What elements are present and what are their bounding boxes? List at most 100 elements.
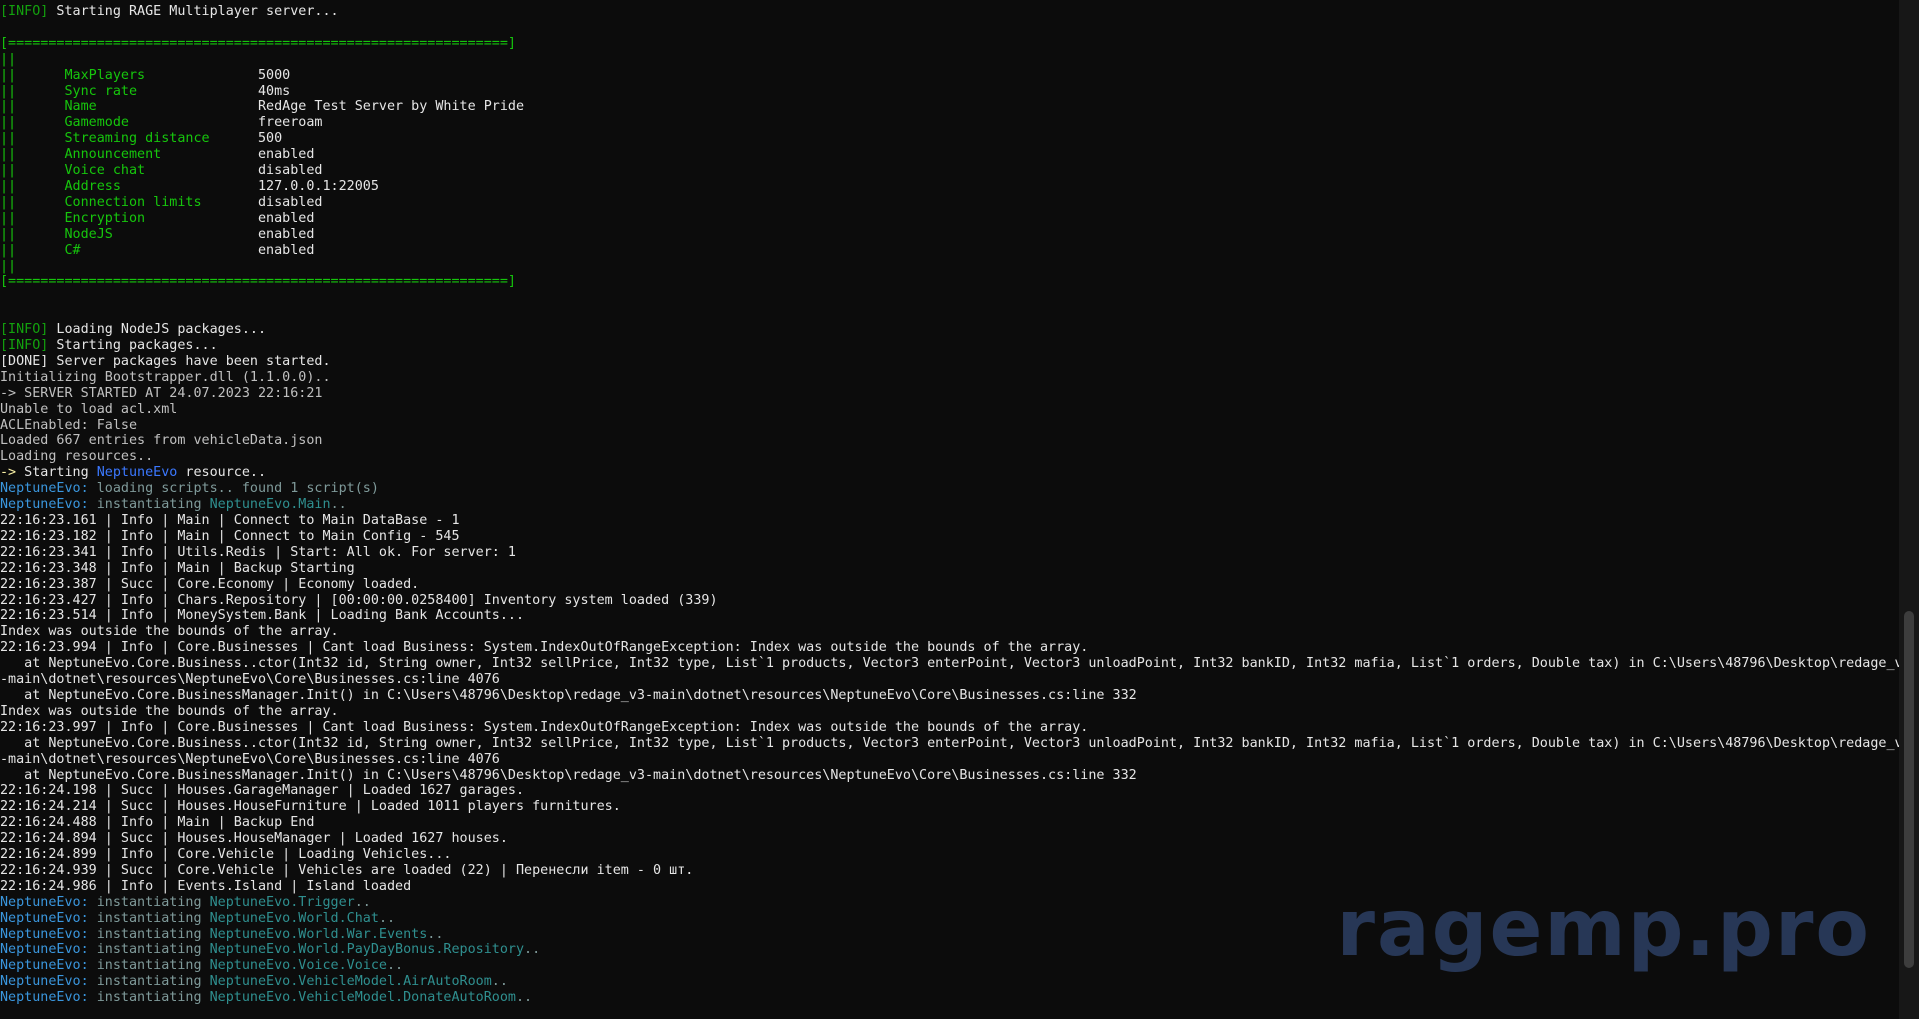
console-text-segment: Unable to load acl.xml xyxy=(0,401,178,417)
console-text-segment: [INFO] xyxy=(0,338,49,354)
console-text-segment: 22:16:23.341 | Info | Utils.Redis | Star… xyxy=(0,544,516,560)
vertical-scrollbar[interactable] xyxy=(1899,0,1919,1019)
console-text-segment: 500 xyxy=(257,131,283,147)
console-line: Initializing Bootstrapper.dll (1.1.0.0).… xyxy=(0,370,1897,386)
console-line: NeptuneEvo: instantiating NeptuneEvo.Wor… xyxy=(0,942,1897,958)
console-line: 22:16:24.939 | Succ | Core.Vehicle | Veh… xyxy=(0,863,1897,879)
console-text-segment: 22:16:24.894 | Succ | Houses.HouseManage… xyxy=(0,831,508,847)
console-line: || Address 127.0.0.1:22005 xyxy=(0,179,1897,195)
console-line: ACLEnabled: False xyxy=(0,418,1897,434)
console-text-segment: || xyxy=(0,99,17,115)
console-text-segment: 22:16:23.514 | Info | MoneySystem.Bank |… xyxy=(0,608,525,624)
console-text-segment: MaxPlayers xyxy=(16,67,258,83)
console-line: Index was outside the bounds of the arra… xyxy=(0,624,1897,640)
console-text-segment: RedAge Test Server by White Pride xyxy=(257,99,525,115)
console-line: 22:16:23.387 | Succ | Core.Economy | Eco… xyxy=(0,577,1897,593)
console-text-segment: at NeptuneEvo.Core.BusinessManager.Init(… xyxy=(0,767,1137,783)
console-line: 22:16:23.341 | Info | Utils.Redis | Star… xyxy=(0,545,1897,561)
console-text-segment: NeptuneEvo.VehicleModel.DonateAutoRoom xyxy=(209,990,516,1006)
console-line: [=======================================… xyxy=(0,274,1897,290)
console-text-segment: Starting xyxy=(16,465,97,481)
scrollbar-thumb[interactable] xyxy=(1904,611,1914,969)
console-line: 22:16:23.161 | Info | Main | Connect to … xyxy=(0,513,1897,529)
console-line: [INFO] Starting RAGE Multiplayer server.… xyxy=(0,4,1897,20)
console-line: Loaded 667 entries from vehicleData.json xyxy=(0,433,1897,449)
console-text-segment: 22:16:24.939 | Succ | Core.Vehicle | Veh… xyxy=(0,862,694,878)
console-text-segment: instantiating xyxy=(88,958,210,974)
console-window[interactable]: [INFO] Starting RAGE Multiplayer server.… xyxy=(0,0,1919,1019)
console-line: -> Starting NeptuneEvo resource.. xyxy=(0,465,1897,481)
console-text-segment: || xyxy=(0,115,17,131)
console-text-segment: Index was outside the bounds of the arra… xyxy=(0,703,339,719)
console-text-segment: .. xyxy=(378,910,396,926)
console-text-segment: 22:16:23.427 | Info | Chars.Repository |… xyxy=(0,592,718,608)
console-text-segment: NeptuneEvo: xyxy=(0,910,89,926)
console-text-segment: [DONE] xyxy=(0,353,49,369)
console-text-segment: Starting RAGE Multiplayer server... xyxy=(48,4,339,19)
console-text-segment: Sync rate xyxy=(16,83,258,99)
console-line: || Sync rate 40ms xyxy=(0,84,1897,100)
console-text-segment: enabled xyxy=(257,147,315,163)
console-text-segment: NeptuneEvo.World.Chat xyxy=(209,910,379,926)
console-text-segment: [INFO] xyxy=(0,322,49,338)
console-line: [=======================================… xyxy=(0,36,1897,52)
console-text-segment: NeptuneEvo.World.War.Events xyxy=(209,926,428,942)
console-line: NeptuneEvo: instantiating NeptuneEvo.Veh… xyxy=(0,990,1897,1006)
console-text-segment: instantiating xyxy=(88,497,210,513)
console-line: [INFO] Loading NodeJS packages... xyxy=(0,322,1897,338)
console-text-segment: NeptuneEvo: xyxy=(0,974,89,990)
console-line: || Connection limits disabled xyxy=(0,195,1897,211)
console-text-segment: 22:16:23.994 | Info | Core.Businesses | … xyxy=(0,640,1089,656)
console-text-segment: at NeptuneEvo.Core.Business..ctor(Int32 … xyxy=(0,656,1911,672)
console-line: at NeptuneEvo.Core.BusinessManager.Init(… xyxy=(0,688,1897,704)
console-text-segment: Voice chat xyxy=(16,163,258,179)
console-text-segment: 22:16:24.198 | Succ | Houses.GarageManag… xyxy=(0,783,525,799)
console-line: -> SERVER STARTED AT 24.07.2023 22:16:21 xyxy=(0,386,1897,402)
console-text-segment: .. xyxy=(524,942,541,958)
console-text-segment: Server packages have been started. xyxy=(48,353,331,369)
console-line: at NeptuneEvo.Core.Business..ctor(Int32 … xyxy=(0,656,1911,672)
console-text-segment: .. xyxy=(427,926,444,942)
console-line: || xyxy=(0,52,1897,68)
console-text-segment: || xyxy=(0,194,17,210)
console-text-segment: -main\dotnet\resources\NeptuneEvo\Core\B… xyxy=(0,751,500,767)
console-text-segment: instantiating xyxy=(88,990,210,1006)
console-text-segment: instantiating xyxy=(88,974,210,990)
console-text-segment: || xyxy=(0,67,17,83)
console-line: || Voice chat disabled xyxy=(0,163,1897,179)
console-text-segment: Loading NodeJS packages... xyxy=(48,322,267,338)
console-line: Loading resources.. xyxy=(0,449,1897,465)
console-line: || C# enabled xyxy=(0,243,1897,259)
console-text-segment: [=======================================… xyxy=(0,274,516,290)
console-text-segment: 22:16:23.387 | Succ | Core.Economy | Eco… xyxy=(0,576,420,592)
console-line: [DONE] Server packages have been started… xyxy=(0,354,1897,370)
console-text-segment: 22:16:24.214 | Succ | Houses.HouseFurnit… xyxy=(0,799,621,815)
console-text-segment: Connection limits xyxy=(16,194,258,210)
console-line: 22:16:23.348 | Info | Main | Backup Star… xyxy=(0,561,1897,577)
console-line: || NodeJS enabled xyxy=(0,227,1897,243)
console-text-segment: Loaded 667 entries from vehicleData.json xyxy=(0,433,323,449)
console-line: 22:16:23.994 | Info | Core.Businesses | … xyxy=(0,640,1897,656)
console-line: at NeptuneEvo.Core.Business..ctor(Int32 … xyxy=(0,736,1911,752)
console-text-segment: Starting packages... xyxy=(48,338,218,354)
console-line: 22:16:23.514 | Info | MoneySystem.Bank |… xyxy=(0,608,1897,624)
console-line: 22:16:24.214 | Succ | Houses.HouseFurnit… xyxy=(0,799,1897,815)
console-line: Index was outside the bounds of the arra… xyxy=(0,704,1897,720)
console-text-segment: 22:16:24.986 | Info | Events.Island | Is… xyxy=(0,878,412,894)
console-text-segment: ACLEnabled: False xyxy=(0,417,138,433)
console-text-segment: NeptuneEvo: xyxy=(0,497,89,513)
console-line: 22:16:24.198 | Succ | Houses.GarageManag… xyxy=(0,783,1897,799)
console-text-segment: 22:16:23.348 | Info | Main | Backup Star… xyxy=(0,560,355,576)
console-line: at NeptuneEvo.Core.BusinessManager.Init(… xyxy=(0,768,1897,784)
console-text-segment: Encryption xyxy=(16,210,258,226)
console-text-segment: Announcement xyxy=(16,147,258,163)
console-line: 22:16:24.488 | Info | Main | Backup End xyxy=(0,815,1897,831)
console-line: || Streaming distance 500 xyxy=(0,131,1897,147)
console-text-segment: at NeptuneEvo.Core.Business..ctor(Int32 … xyxy=(0,735,1911,751)
console-line: [INFO] Starting packages... xyxy=(0,338,1897,354)
console-text-segment: instantiating xyxy=(88,942,210,958)
console-text-segment: Initializing Bootstrapper.dll (1.1.0.0).… xyxy=(0,369,331,385)
console-line: 22:16:24.894 | Succ | Houses.HouseManage… xyxy=(0,831,1897,847)
console-text-segment: Gamemode xyxy=(16,115,258,131)
